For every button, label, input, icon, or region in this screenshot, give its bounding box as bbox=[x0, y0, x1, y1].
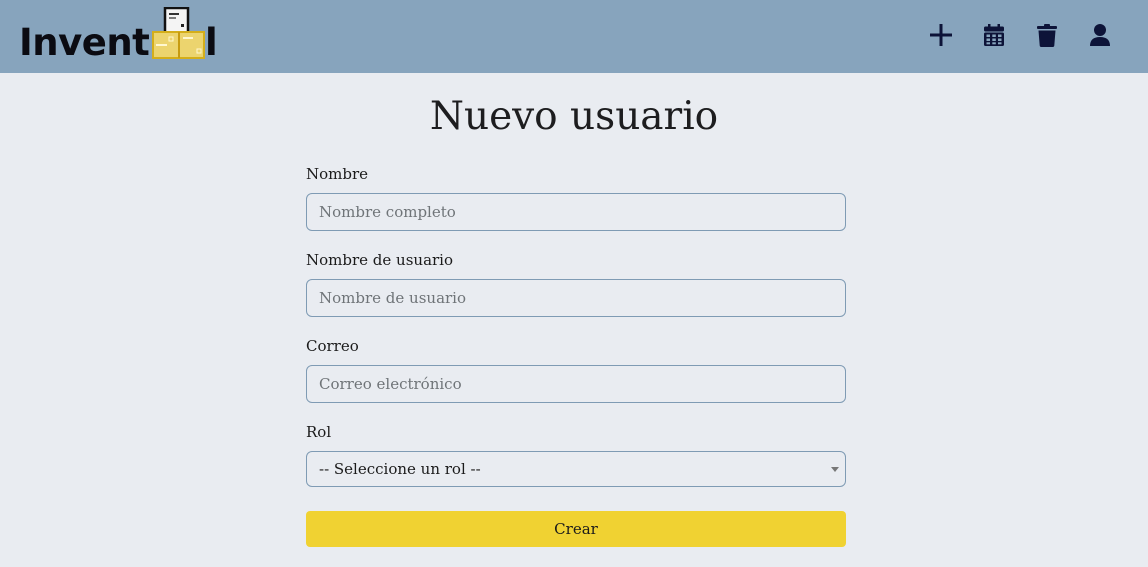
role-label: Rol bbox=[306, 423, 332, 441]
role-select[interactable]: -- Seleccione un rol -- bbox=[306, 451, 846, 487]
header-nav bbox=[914, 20, 1126, 50]
plus-icon bbox=[929, 23, 953, 47]
calendar-button[interactable] bbox=[967, 20, 1020, 50]
box-icon bbox=[152, 6, 206, 60]
create-button[interactable]: Crear bbox=[306, 511, 846, 547]
username-label: Nombre de usuario bbox=[306, 251, 454, 269]
chevron-down-icon bbox=[831, 467, 839, 472]
calendar-icon bbox=[983, 24, 1004, 46]
trash-button[interactable] bbox=[1020, 20, 1073, 50]
email-label: Correo bbox=[306, 337, 359, 355]
app-logo[interactable]: Invent l bbox=[19, 6, 219, 64]
add-button[interactable] bbox=[914, 20, 967, 50]
role-select-value: -- Seleccione un rol -- bbox=[319, 460, 481, 478]
logo-text-left: Invent bbox=[19, 21, 150, 64]
email-input[interactable] bbox=[306, 365, 846, 403]
user-button[interactable] bbox=[1073, 20, 1126, 50]
top-bar: Invent l bbox=[0, 0, 1148, 73]
trash-icon bbox=[1036, 23, 1057, 47]
user-icon bbox=[1089, 24, 1110, 46]
name-label: Nombre bbox=[306, 165, 369, 183]
name-input[interactable] bbox=[306, 193, 846, 231]
logo-text-right: l bbox=[205, 21, 218, 64]
username-input[interactable] bbox=[306, 279, 846, 317]
page-title: Nuevo usuario bbox=[429, 94, 719, 139]
